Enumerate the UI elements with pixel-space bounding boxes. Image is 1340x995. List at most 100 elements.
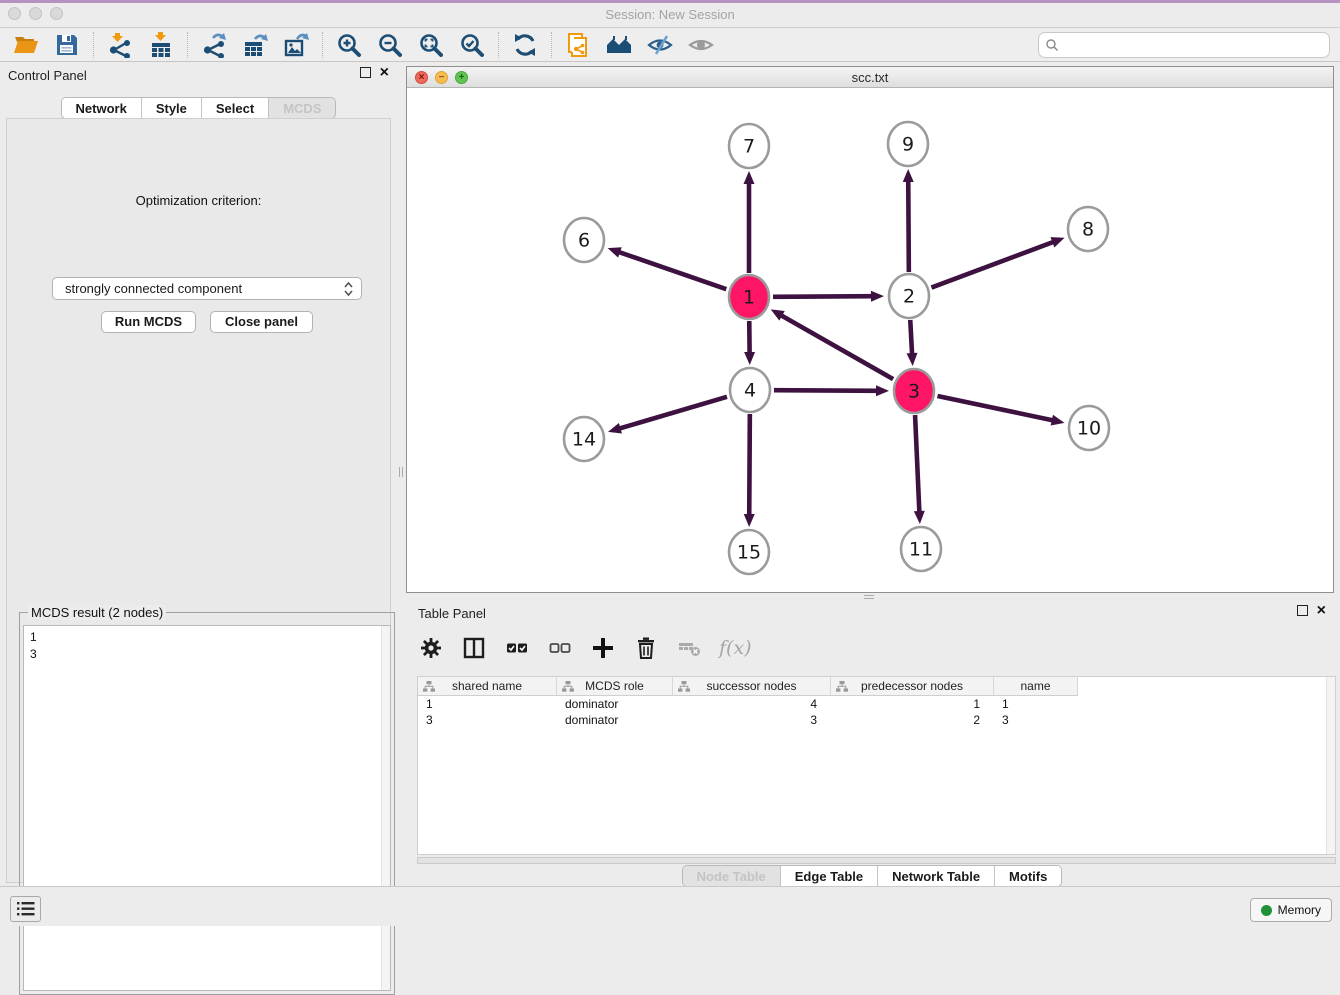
float-table-panel-icon[interactable] bbox=[1297, 605, 1308, 616]
network-graph: 7968124314101511 bbox=[407, 88, 1333, 592]
open-file-icon[interactable] bbox=[13, 32, 39, 58]
table-scrollbar[interactable] bbox=[1326, 677, 1335, 854]
table-cell[interactable]: 4 bbox=[673, 696, 831, 712]
search-input[interactable] bbox=[1059, 38, 1329, 52]
close-panel-button[interactable]: Close panel bbox=[210, 311, 313, 333]
graph-arrowhead-icon bbox=[871, 291, 884, 302]
clone-network-icon[interactable] bbox=[565, 32, 591, 58]
graph-edge-1-2[interactable] bbox=[773, 296, 874, 297]
graph-edge-4-3[interactable] bbox=[774, 390, 879, 391]
run-mcds-button[interactable]: Run MCDS bbox=[101, 311, 196, 333]
import-table-icon[interactable] bbox=[148, 32, 174, 58]
float-panel-icon[interactable] bbox=[360, 67, 371, 78]
app-titlebar: Session: New Session bbox=[0, 0, 1340, 28]
graph-node-label: 11 bbox=[909, 539, 933, 561]
graph-edge-1-6[interactable] bbox=[617, 251, 726, 289]
table-tabbar: Node TableEdge TableNetwork TableMotifs bbox=[682, 865, 1063, 887]
home-layout-icon[interactable] bbox=[606, 32, 632, 58]
deselect-all-icon[interactable] bbox=[547, 635, 573, 661]
graph-edge-4-15[interactable] bbox=[749, 414, 750, 517]
tab-mcds[interactable]: MCDS bbox=[268, 98, 335, 118]
column-header-name[interactable]: name bbox=[994, 677, 1078, 696]
column-header-shared-name[interactable]: shared name bbox=[418, 677, 557, 696]
save-session-icon[interactable] bbox=[54, 32, 80, 58]
table-cell[interactable]: 3 bbox=[673, 712, 831, 728]
graph-node-label: 1 bbox=[743, 287, 755, 309]
table-cell[interactable]: 1 bbox=[994, 696, 1078, 712]
hide-selected-icon[interactable] bbox=[647, 32, 673, 58]
result-scrollbar[interactable] bbox=[381, 626, 390, 990]
column-header-predecessor-nodes[interactable]: predecessor nodes bbox=[831, 677, 994, 696]
selected-criterion: strongly connected component bbox=[65, 281, 242, 296]
graph-node-label: 3 bbox=[908, 381, 920, 403]
network-window-titlebar[interactable]: × − + scc.txt bbox=[407, 67, 1333, 88]
close-table-panel-icon[interactable]: × bbox=[1317, 605, 1326, 616]
graph-edge-2-8[interactable] bbox=[931, 241, 1055, 287]
graph-arrowhead-icon bbox=[608, 423, 622, 434]
table-row[interactable]: 1dominator411 bbox=[418, 696, 1335, 712]
network-canvas[interactable]: 7968124314101511 bbox=[407, 88, 1333, 592]
zoom-fit-icon[interactable] bbox=[418, 32, 444, 58]
table-cell[interactable]: dominator bbox=[557, 712, 673, 728]
select-stepper-icon bbox=[344, 281, 353, 303]
search-field[interactable] bbox=[1038, 32, 1330, 58]
tab-style[interactable]: Style bbox=[141, 98, 201, 118]
graph-edge-2-9[interactable] bbox=[908, 179, 909, 272]
table-row[interactable]: 3dominator323 bbox=[418, 712, 1335, 728]
delete-row-icon[interactable] bbox=[633, 635, 659, 661]
graph-edge-2-3[interactable] bbox=[910, 320, 912, 356]
graph-edge-3-11[interactable] bbox=[915, 415, 919, 514]
mcds-result-area[interactable]: 1 3 bbox=[23, 625, 391, 991]
tab-node-table[interactable]: Node Table bbox=[683, 866, 780, 886]
column-header-successor-nodes[interactable]: successor nodes bbox=[673, 677, 831, 696]
show-all-icon[interactable] bbox=[688, 32, 714, 58]
graph-arrowhead-icon bbox=[907, 353, 918, 366]
tab-network-table[interactable]: Network Table bbox=[877, 866, 994, 886]
close-panel-icon[interactable]: × bbox=[380, 67, 389, 78]
export-image-icon[interactable] bbox=[283, 32, 309, 58]
tab-network[interactable]: Network bbox=[62, 98, 141, 118]
graph-node-label: 7 bbox=[743, 136, 755, 158]
memory-button[interactable]: Memory bbox=[1250, 898, 1332, 922]
gear-icon[interactable] bbox=[418, 635, 444, 661]
graph-arrowhead-icon bbox=[744, 171, 755, 184]
delete-table-icon[interactable] bbox=[676, 635, 702, 661]
column-header-MCDS-role[interactable]: MCDS role bbox=[557, 677, 673, 696]
optimization-criterion-select[interactable]: strongly connected component bbox=[52, 277, 362, 300]
task-history-button[interactable] bbox=[10, 896, 41, 922]
table-hscrollbar[interactable] bbox=[417, 857, 1336, 864]
refresh-icon[interactable] bbox=[512, 32, 538, 58]
table-cell[interactable]: 3 bbox=[418, 712, 557, 728]
graph-arrowhead-icon bbox=[744, 352, 755, 365]
table-cell[interactable]: 2 bbox=[831, 712, 994, 728]
graph-edge-3-1[interactable] bbox=[779, 314, 893, 379]
function-builder-icon[interactable]: f(x) bbox=[719, 637, 752, 659]
horizontal-splitter[interactable] bbox=[406, 593, 1334, 600]
graph-node-label: 4 bbox=[744, 380, 756, 402]
zoom-selected-icon[interactable] bbox=[459, 32, 485, 58]
table-header-row: shared nameMCDS rolesuccessor nodesprede… bbox=[418, 677, 1078, 696]
export-table-icon[interactable] bbox=[242, 32, 268, 58]
table-cell[interactable]: 1 bbox=[831, 696, 994, 712]
export-network-icon[interactable] bbox=[201, 32, 227, 58]
table-body: 1dominator4113dominator323 bbox=[418, 696, 1335, 728]
tab-select[interactable]: Select bbox=[201, 98, 268, 118]
tab-motifs[interactable]: Motifs bbox=[994, 866, 1061, 886]
table-cell[interactable]: 1 bbox=[418, 696, 557, 712]
tab-edge-table[interactable]: Edge Table bbox=[780, 866, 877, 886]
import-network-icon[interactable] bbox=[107, 32, 133, 58]
mcds-result-title: MCDS result (2 nodes) bbox=[28, 605, 166, 620]
zoom-in-icon[interactable] bbox=[336, 32, 362, 58]
split-columns-icon[interactable] bbox=[461, 635, 487, 661]
control-panel-tabbar: NetworkStyleSelectMCDS bbox=[61, 97, 337, 119]
graph-edge-4-14[interactable] bbox=[618, 397, 727, 429]
table-cell[interactable]: dominator bbox=[557, 696, 673, 712]
graph-arrowhead-icon bbox=[744, 514, 755, 527]
table-cell[interactable]: 3 bbox=[994, 712, 1078, 728]
select-all-icon[interactable] bbox=[504, 635, 530, 661]
splitter-grip-icon bbox=[399, 467, 403, 477]
add-row-icon[interactable] bbox=[590, 635, 616, 661]
graph-edge-3-10[interactable] bbox=[937, 396, 1054, 421]
zoom-out-icon[interactable] bbox=[377, 32, 403, 58]
mcds-result-text: 1 3 bbox=[24, 626, 390, 666]
